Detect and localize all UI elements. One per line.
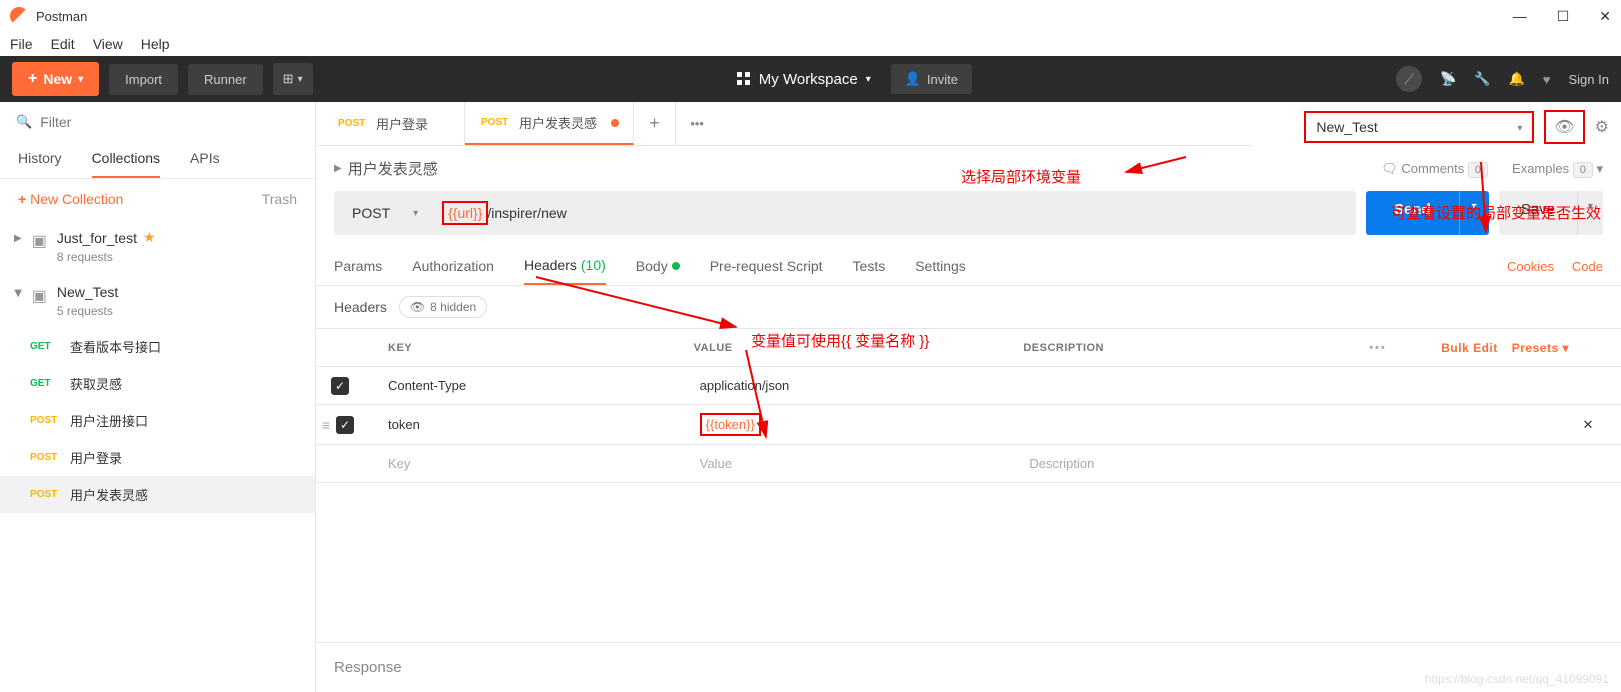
comments-button[interactable]: 🗨 Comments 0: [1381, 161, 1488, 177]
collection-item[interactable]: ▶ ▣ New_Test 5 requests: [0, 274, 315, 328]
menu-edit[interactable]: Edit: [51, 36, 75, 52]
col-value: VALUE: [694, 342, 1024, 354]
cookies-link[interactable]: Cookies: [1507, 259, 1554, 274]
menubar: File Edit View Help: [0, 32, 1621, 56]
request-row[interactable]: POST用户发表灵感: [0, 476, 315, 513]
filter-input[interactable]: [40, 114, 299, 130]
satellite-icon[interactable]: 📡: [1440, 71, 1456, 87]
rtab-headers[interactable]: Headers (10): [524, 247, 606, 285]
titlebar: Postman — ☐ ✕: [0, 0, 1621, 32]
checkbox[interactable]: ✓: [336, 416, 354, 434]
col-desc: DESCRIPTION: [1023, 342, 1353, 354]
app-logo-icon: [10, 7, 28, 25]
trash-link[interactable]: Trash: [262, 191, 297, 207]
request-row[interactable]: POST用户登录: [0, 439, 315, 476]
send-dropdown[interactable]: ▾: [1459, 191, 1489, 235]
folder-icon: ▣: [32, 286, 47, 306]
wrench-icon[interactable]: 🔧: [1474, 71, 1490, 87]
eye-icon: 👁: [410, 300, 425, 314]
collection-item[interactable]: ▶ ▣ Just_for_test★ 8 requests: [0, 219, 315, 274]
menu-file[interactable]: File: [10, 36, 33, 52]
main: New_Test▾ 👁 ⚙ POST用户登录 POST用户发表灵感 + ••• …: [316, 102, 1621, 692]
rtab-params[interactable]: Params: [334, 248, 382, 284]
col-key: KEY: [364, 342, 694, 354]
search-icon: 🔍: [16, 114, 32, 130]
drag-icon[interactable]: ≡: [322, 417, 330, 433]
dot-icon: [672, 262, 680, 270]
headers-table: KEY VALUE DESCRIPTION ••• Bulk Edit Prese…: [316, 328, 1621, 483]
eye-icon: 👁: [1554, 119, 1574, 136]
workspace-icon: [737, 72, 751, 86]
new-tab-button[interactable]: +: [634, 102, 676, 145]
request-row[interactable]: POST用户注册接口: [0, 402, 315, 439]
request-row[interactable]: GET查看版本号接口: [0, 328, 315, 365]
window-min-icon[interactable]: —: [1513, 8, 1527, 25]
caret-icon: ▶: [334, 163, 342, 174]
settings-icon[interactable]: ⚙: [1595, 117, 1609, 137]
import-button[interactable]: Import: [109, 64, 178, 95]
table-row[interactable]: ≡✓ token {{token}} ✕: [316, 405, 1621, 445]
rtab-body[interactable]: Body: [636, 248, 680, 284]
environment-preview-button[interactable]: 👁: [1544, 110, 1584, 144]
heart-icon[interactable]: ♥: [1543, 72, 1551, 87]
menu-help[interactable]: Help: [141, 36, 170, 52]
headers-label: Headers: [334, 299, 387, 315]
caret-icon: ▶: [14, 233, 22, 244]
rtab-settings[interactable]: Settings: [915, 248, 966, 284]
presets-link[interactable]: Presets ▾: [1512, 341, 1569, 355]
app-title: Postman: [36, 9, 87, 24]
code-link[interactable]: Code: [1572, 259, 1603, 274]
sidebar: 🔍 History Collections APIs + New Collect…: [0, 102, 316, 692]
delete-row-button[interactable]: ✕: [1573, 409, 1603, 441]
rtab-prereq[interactable]: Pre-request Script: [710, 248, 823, 284]
request-tabs: POST用户登录 POST用户发表灵感 + •••: [316, 102, 1251, 146]
window-close-icon[interactable]: ✕: [1599, 8, 1611, 25]
workspace-selector[interactable]: My Workspace ▾: [737, 71, 871, 88]
runner-button[interactable]: Runner: [188, 64, 263, 95]
environment-selector[interactable]: New_Test▾: [1304, 111, 1534, 143]
bell-icon[interactable]: 🔔: [1509, 71, 1525, 87]
tabs-more-button[interactable]: •••: [676, 116, 718, 131]
hidden-headers-chip[interactable]: 👁8 hidden: [399, 296, 487, 318]
folder-icon: ▣: [32, 231, 47, 251]
examples-button[interactable]: Examples 0 ▾: [1512, 161, 1603, 177]
sidebar-tab-collections[interactable]: Collections: [92, 142, 160, 178]
star-icon: ★: [143, 229, 156, 246]
http-method-select[interactable]: POST: [334, 191, 430, 235]
save-button[interactable]: Save: [1499, 191, 1577, 235]
more-button[interactable]: ⊞▾: [273, 63, 313, 95]
topbar: New▾ Import Runner ⊞▾ My Workspace ▾ 👤In…: [0, 56, 1621, 102]
unsaved-dot-icon: [611, 119, 619, 127]
rtab-tests[interactable]: Tests: [853, 248, 886, 284]
send-button[interactable]: Send: [1366, 191, 1459, 235]
new-collection-link[interactable]: + New Collection: [18, 191, 123, 207]
caret-icon: ▶: [12, 290, 23, 298]
window-max-icon[interactable]: ☐: [1557, 8, 1570, 25]
save-dropdown[interactable]: ▾: [1577, 191, 1603, 235]
new-button[interactable]: New▾: [12, 62, 99, 96]
invite-button[interactable]: 👤Invite: [891, 64, 972, 94]
bulk-edit-link[interactable]: Bulk Edit: [1441, 341, 1498, 355]
sidebar-tab-apis[interactable]: APIs: [190, 142, 220, 178]
checkbox[interactable]: ✓: [331, 377, 349, 395]
request-tab[interactable]: POST用户发表灵感: [465, 102, 634, 145]
request-row[interactable]: GET获取灵感: [0, 365, 315, 402]
table-row[interactable]: ✓ Content-Type application/json: [316, 367, 1621, 405]
signin-link[interactable]: Sign In: [1569, 72, 1609, 87]
cols-more-button[interactable]: •••: [1353, 342, 1403, 354]
person-icon: 👤: [905, 71, 921, 87]
sync-icon[interactable]: ⟋: [1396, 66, 1422, 92]
rtab-auth[interactable]: Authorization: [412, 248, 494, 284]
url-input[interactable]: {{url}}/inspirer/new: [430, 191, 1356, 235]
breadcrumb[interactable]: ▶用户发表灵感: [334, 158, 438, 179]
sidebar-tab-history[interactable]: History: [18, 142, 62, 178]
watermark: https://blog.csdn.net/qq_41099091: [1425, 672, 1609, 686]
request-tab[interactable]: POST用户登录: [322, 102, 465, 145]
menu-view[interactable]: View: [93, 36, 123, 52]
table-row[interactable]: Key Value Description: [316, 445, 1621, 483]
